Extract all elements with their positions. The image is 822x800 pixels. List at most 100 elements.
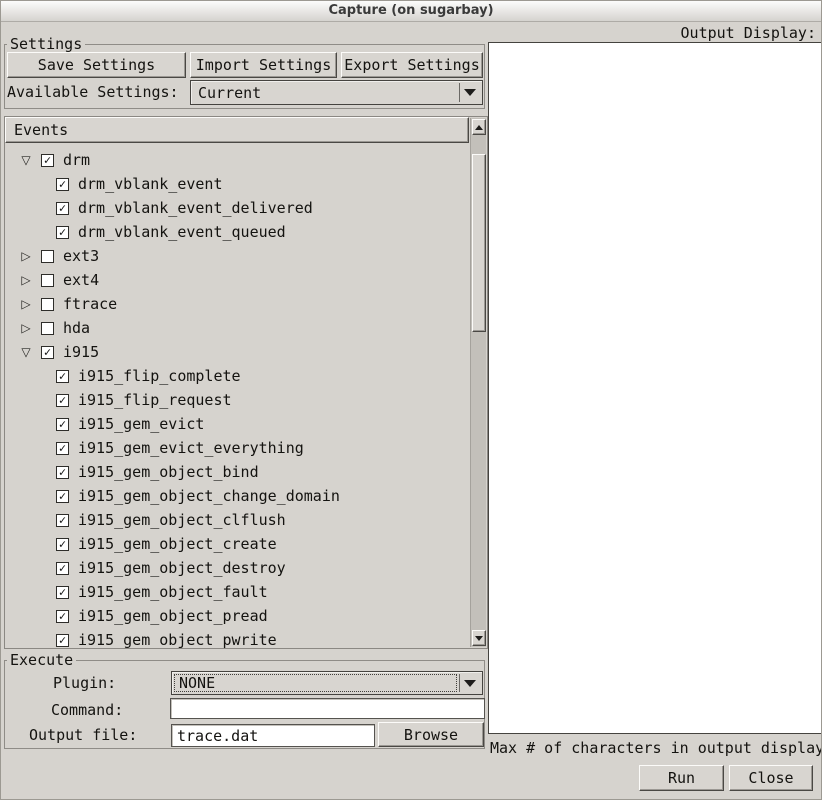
- settings-frame-label: Settings: [7, 36, 85, 52]
- chevron-down-icon: [459, 83, 480, 102]
- event-label: drm_vblank_event: [78, 175, 223, 193]
- event-label: i915_gem_object_pwrite: [78, 631, 277, 648]
- checkbox-checked-icon[interactable]: ✓: [56, 634, 69, 647]
- output-file-input[interactable]: [171, 724, 375, 747]
- event-row-drm_vblank_event_queued[interactable]: ✓ drm_vblank_event_queued: [5, 220, 469, 244]
- event-label: i915_gem_object_change_domain: [78, 487, 340, 505]
- event-row-ext4[interactable]: ▷ ext4: [5, 268, 469, 292]
- chevron-down-icon: [459, 674, 480, 692]
- event-row-i915_gem_evict_everything[interactable]: ✓ i915_gem_evict_everything: [5, 436, 469, 460]
- checkbox-checked-icon[interactable]: ✓: [56, 514, 69, 527]
- output-display-label: Output Display:: [681, 25, 816, 41]
- command-input[interactable]: [170, 698, 485, 719]
- command-label: Command:: [51, 702, 123, 718]
- expander-closed-icon[interactable]: ▷: [19, 297, 33, 311]
- event-row-i915_gem_object_bind[interactable]: ✓ i915_gem_object_bind: [5, 460, 469, 484]
- close-button[interactable]: Close: [729, 765, 813, 791]
- import-settings-button[interactable]: Import Settings: [190, 52, 337, 78]
- browse-button[interactable]: Browse: [378, 722, 484, 747]
- scrollbar-thumb[interactable]: [472, 154, 486, 332]
- scroll-down-icon: [475, 636, 483, 641]
- event-label: i915_gem_object_destroy: [78, 559, 286, 577]
- checkbox-unchecked-icon[interactable]: [41, 250, 54, 263]
- event-row-drm_vblank_event_delivered[interactable]: ✓ drm_vblank_event_delivered: [5, 196, 469, 220]
- event-label: i915_gem_object_create: [78, 535, 277, 553]
- events-column-header[interactable]: Events: [5, 117, 469, 143]
- event-row-i915_gem_object_fault[interactable]: ✓ i915_gem_object_fault: [5, 580, 469, 604]
- event-label: ext3: [63, 247, 99, 265]
- checkbox-checked-icon[interactable]: ✓: [56, 490, 69, 503]
- scroll-down-button[interactable]: [472, 630, 486, 646]
- event-row-i915_gem_object_pread[interactable]: ✓ i915_gem_object_pread: [5, 604, 469, 628]
- save-settings-button[interactable]: Save Settings: [7, 52, 186, 78]
- events-scrollbar[interactable]: [470, 118, 486, 647]
- scroll-up-button[interactable]: [472, 119, 486, 135]
- event-label: ftrace: [63, 295, 117, 313]
- expander-closed-icon[interactable]: ▷: [19, 249, 33, 263]
- events-rows: ▽ ✓ drm ✓ drm_vblank_event ✓ drm_vblank_event_…: [5, 148, 469, 648]
- run-button[interactable]: Run: [639, 765, 724, 791]
- plugin-combo[interactable]: NONE: [171, 671, 483, 695]
- checkbox-checked-icon[interactable]: ✓: [56, 466, 69, 479]
- event-label: hda: [63, 319, 90, 337]
- expander-open-icon[interactable]: ▽: [19, 345, 33, 359]
- capture-window: Capture (on sugarbay) Settings Save Sett…: [0, 0, 822, 800]
- available-settings-value: Current: [198, 85, 261, 101]
- event-label: i915: [63, 343, 99, 361]
- checkbox-checked-icon[interactable]: ✓: [56, 610, 69, 623]
- event-row-hda[interactable]: ▷ hda: [5, 316, 469, 340]
- event-label: drm_vblank_event_queued: [78, 223, 286, 241]
- event-row-i915_gem_evict[interactable]: ✓i915_gem_evict: [5, 412, 469, 436]
- event-label: i915_gem_object_fault: [78, 583, 268, 601]
- event-label: ext4: [63, 271, 99, 289]
- event-row-i915[interactable]: ▽ ✓ i915: [5, 340, 469, 364]
- checkbox-checked-icon[interactable]: ✓: [56, 586, 69, 599]
- event-row-drm_vblank_event[interactable]: ✓ drm_vblank_event: [5, 172, 469, 196]
- event-label: i915_gem_object_bind: [78, 463, 259, 481]
- expander-open-icon[interactable]: ▽: [19, 153, 33, 167]
- checkbox-checked-icon[interactable]: ✓: [56, 538, 69, 551]
- event-row-drm[interactable]: ▽ ✓ drm: [5, 148, 469, 172]
- event-row-i915_gem_object_create[interactable]: ✓ i915_gem_object_create: [5, 532, 469, 556]
- checkbox-checked-icon[interactable]: ✓: [56, 202, 69, 215]
- checkbox-checked-icon[interactable]: ✓: [41, 346, 54, 359]
- output-file-label: Output file:: [29, 727, 137, 743]
- checkbox-unchecked-icon[interactable]: [41, 298, 54, 311]
- checkbox-checked-icon[interactable]: ✓: [56, 394, 69, 407]
- event-label: drm_vblank_event_delivered: [78, 199, 313, 217]
- execute-frame-label: Execute: [7, 652, 76, 668]
- events-tree: Events ▽ ✓ drm ✓ drm_vblank_event ✓ drm_vblank…: [4, 116, 488, 649]
- event-row-i915_gem_object_pwrite[interactable]: ✓ i915_gem_object_pwrite: [5, 628, 469, 648]
- checkbox-unchecked-icon[interactable]: [41, 274, 54, 287]
- event-label: i915_flip_complete: [78, 367, 241, 385]
- event-label: drm: [63, 151, 90, 169]
- checkbox-unchecked-icon[interactable]: [41, 322, 54, 335]
- checkbox-checked-icon[interactable]: ✓: [56, 418, 69, 431]
- event-label: i915_gem_object_pread: [78, 607, 268, 625]
- plugin-value: NONE: [179, 675, 215, 691]
- available-settings-combo[interactable]: Current: [190, 80, 483, 105]
- event-label: i915_gem_evict_everything: [78, 439, 304, 457]
- checkbox-checked-icon[interactable]: ✓: [56, 370, 69, 383]
- checkbox-checked-icon[interactable]: ✓: [41, 154, 54, 167]
- event-row-i915_gem_object_change_domain[interactable]: ✓ i915_gem_object_change_domain: [5, 484, 469, 508]
- export-settings-button[interactable]: Export Settings: [341, 52, 483, 78]
- event-row-i915_flip_complete[interactable]: ✓ i915_flip_complete: [5, 364, 469, 388]
- expander-closed-icon[interactable]: ▷: [19, 273, 33, 287]
- window-title: Capture (on sugarbay): [328, 3, 493, 18]
- checkbox-checked-icon[interactable]: ✓: [56, 442, 69, 455]
- event-row-i915_flip_request[interactable]: ✓ i915_flip_request: [5, 388, 469, 412]
- checkbox-checked-icon[interactable]: ✓: [56, 562, 69, 575]
- checkbox-checked-icon[interactable]: ✓: [56, 226, 69, 239]
- plugin-label: Plugin:: [53, 675, 116, 691]
- event-row-i915_gem_object_clflush[interactable]: ✓i915_gem_object_clflush: [5, 508, 469, 532]
- event-row-ftrace[interactable]: ▷ ftrace: [5, 292, 469, 316]
- event-label: i915_flip_request: [78, 391, 232, 409]
- event-row-i915_gem_object_destroy[interactable]: ✓ i915_gem_object_destroy: [5, 556, 469, 580]
- window-titlebar[interactable]: Capture (on sugarbay): [1, 1, 821, 22]
- output-display-area[interactable]: [488, 42, 822, 734]
- checkbox-checked-icon[interactable]: ✓: [56, 178, 69, 191]
- event-row-ext3[interactable]: ▷ ext3: [5, 244, 469, 268]
- focus-outline: [174, 674, 457, 692]
- expander-closed-icon[interactable]: ▷: [19, 321, 33, 335]
